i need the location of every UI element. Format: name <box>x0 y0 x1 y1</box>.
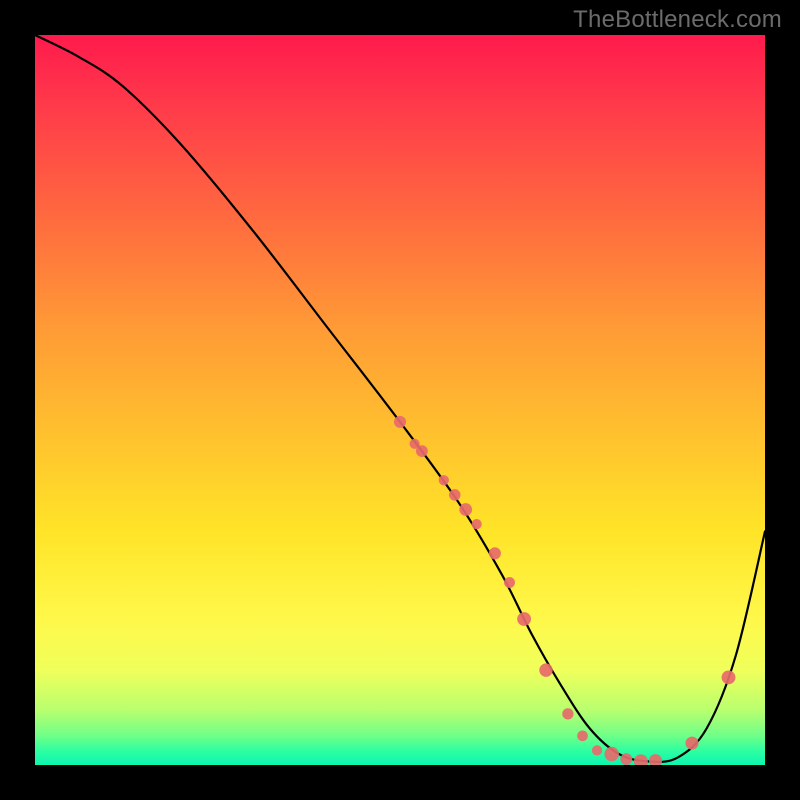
marker-dot <box>472 519 482 529</box>
plot-area <box>35 35 765 765</box>
marker-dot <box>504 577 515 588</box>
chart-svg <box>35 35 765 765</box>
marker-dot <box>592 745 602 755</box>
marker-dot <box>394 416 406 428</box>
marker-dot <box>489 547 501 559</box>
chart-stage: TheBottleneck.com <box>0 0 800 800</box>
watermark-text: TheBottleneck.com <box>573 6 782 34</box>
marker-dot <box>604 747 618 761</box>
marker-dot <box>722 670 736 684</box>
marker-dot <box>517 612 531 626</box>
marker-dot <box>685 737 698 750</box>
marker-dot <box>416 445 428 457</box>
marker-dot <box>449 489 461 501</box>
marker-dot <box>562 708 573 719</box>
marker-dot <box>577 730 588 741</box>
marker-dot <box>634 754 648 765</box>
marker-dot <box>539 663 552 676</box>
marker-dot <box>439 475 449 485</box>
marker-dot <box>649 754 662 765</box>
marker-dot <box>459 503 472 516</box>
bottleneck-curve <box>35 35 765 762</box>
highlighted-points <box>394 416 735 765</box>
marker-dot <box>620 753 632 765</box>
